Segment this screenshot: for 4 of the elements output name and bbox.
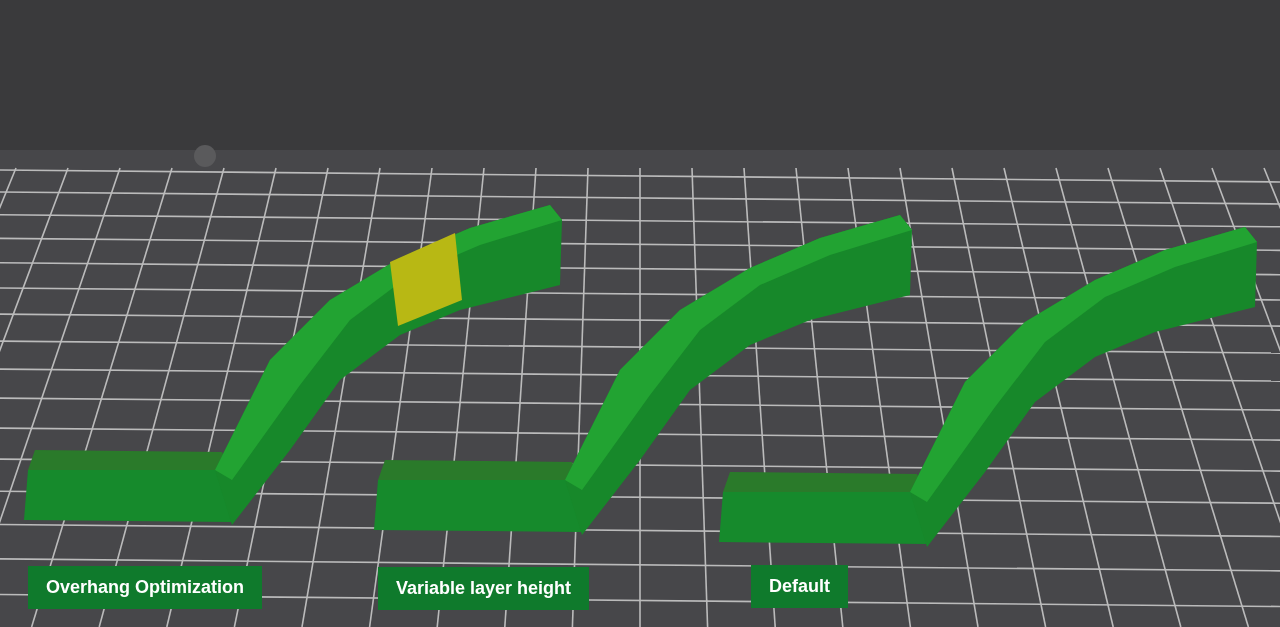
model-label: Default [751,565,848,608]
model-label: Variable layer height [378,567,590,610]
model-label: Overhang Optimization [28,566,263,609]
screw-icon [194,145,216,167]
